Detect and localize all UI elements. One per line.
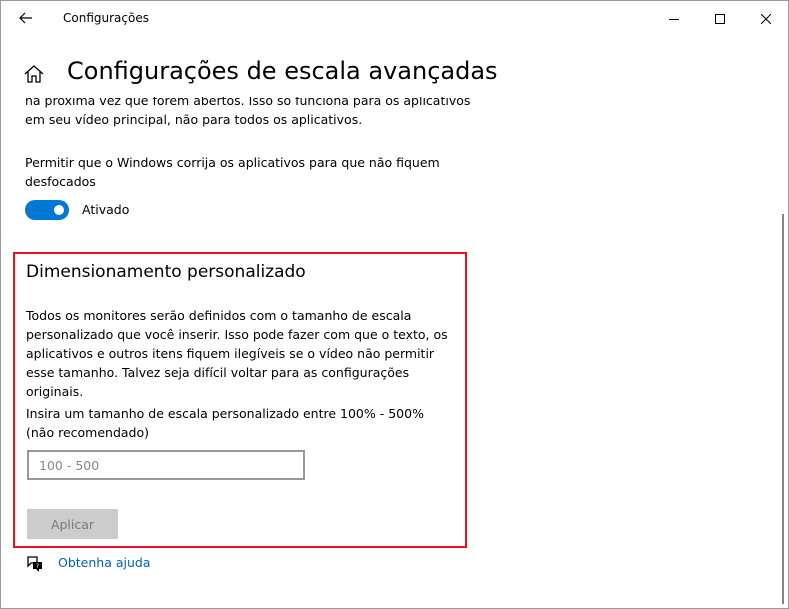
- home-button[interactable]: [23, 63, 47, 87]
- maximize-button[interactable]: [697, 1, 743, 35]
- custom-scaling-section: Dimensionamento personalizado Todos os m…: [13, 252, 467, 548]
- vertical-scrollbar[interactable]: [779, 97, 787, 608]
- toggle-state-label: Ativado: [82, 202, 130, 217]
- app-title: Configurações: [63, 11, 149, 25]
- svg-text:?: ?: [36, 562, 39, 570]
- page-title: Configurações de escala avançadas: [67, 57, 498, 85]
- fix-blurry-apps-label: Permitir que o Windows corrija os aplica…: [25, 155, 440, 189]
- apply-button[interactable]: Aplicar: [27, 509, 118, 539]
- page-header: Configurações de escala avançadas: [1, 51, 771, 97]
- section-title: Dimensionamento personalizado: [26, 262, 306, 282]
- get-help-label: Obtenha ajuda: [58, 555, 151, 570]
- settings-content: na próxima vez que forem abertos. Isso s…: [1, 97, 773, 608]
- arrow-left-icon: [19, 9, 33, 28]
- minimize-button[interactable]: [651, 1, 697, 35]
- fix-blurry-apps-toggle[interactable]: [25, 200, 69, 220]
- scale-input-label: Insira um tamanho de escala personalizad…: [26, 406, 424, 440]
- close-button[interactable]: [743, 1, 788, 35]
- minimize-icon: [669, 9, 679, 28]
- settings-window: Configurações Configurações de escala av…: [0, 0, 789, 609]
- title-bar: Configurações: [1, 1, 788, 35]
- home-icon: [23, 65, 45, 89]
- compatibility-description: na próxima vez que forem abertos. Isso s…: [25, 97, 471, 127]
- close-icon: [760, 9, 772, 28]
- back-button[interactable]: [9, 3, 43, 33]
- section-description: Todos os monitores serão definidos com o…: [26, 308, 448, 399]
- help-chat-icon: ?: [25, 554, 45, 574]
- custom-scale-input[interactable]: [27, 450, 305, 480]
- maximize-icon: [715, 9, 725, 28]
- scrollbar-thumb[interactable]: [782, 214, 784, 604]
- toggle-knob: [54, 205, 64, 215]
